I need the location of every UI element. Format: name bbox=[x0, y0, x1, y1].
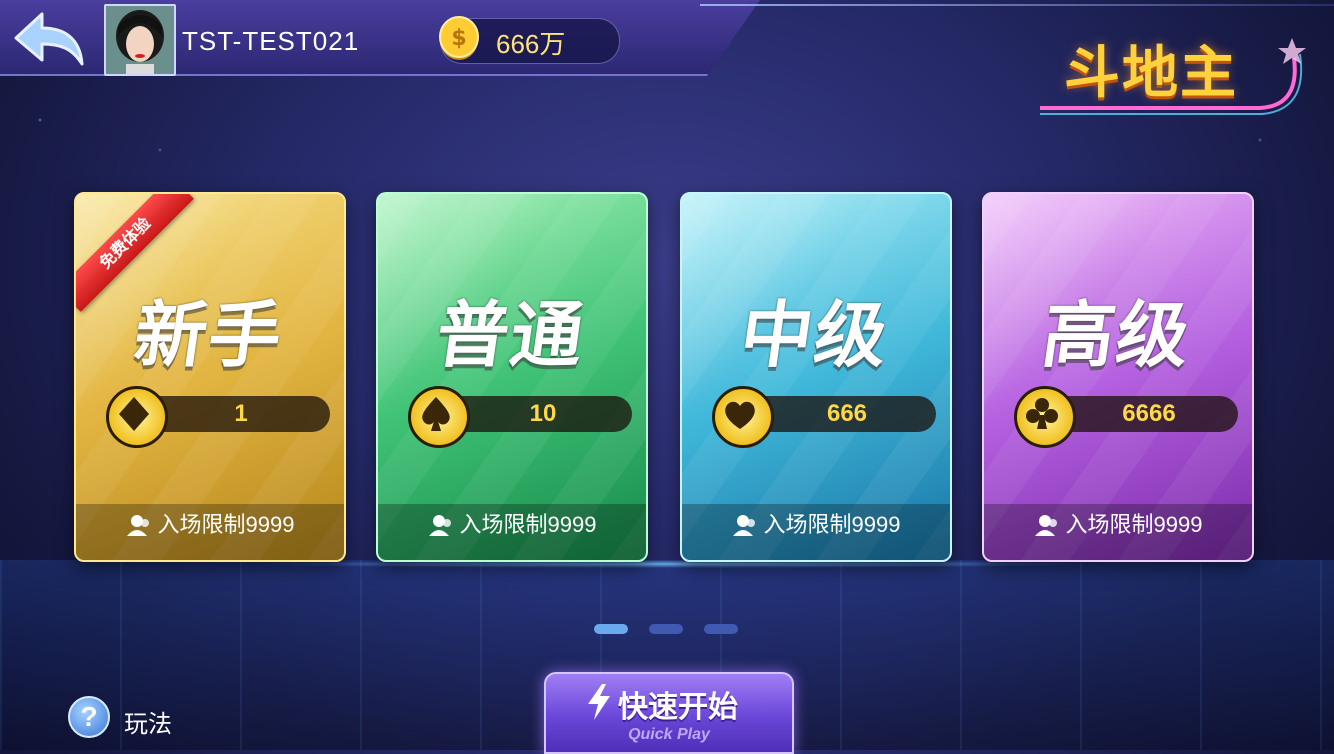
room-card-normal[interactable]: 普通 10 入场限制9999 bbox=[376, 192, 648, 562]
spade-icon bbox=[408, 386, 470, 448]
page-dot-3[interactable] bbox=[704, 624, 738, 634]
top-bar-line bbox=[700, 4, 1334, 6]
entry-limit: 入场限制9999 bbox=[76, 507, 344, 542]
bet-value: 10 bbox=[529, 400, 557, 427]
entry-limit: 入场限制9999 bbox=[984, 507, 1252, 542]
bet-value: 1 bbox=[234, 400, 248, 427]
heart-icon bbox=[712, 386, 774, 448]
help-label: 玩法 bbox=[124, 711, 172, 738]
room-card-intermediate[interactable]: 中级 666 入场限制9999 bbox=[680, 192, 952, 562]
svg-text:$: $ bbox=[451, 26, 466, 51]
person-icon bbox=[1034, 514, 1060, 542]
room-card-beginner[interactable]: 免费体验 新手 1 入场限制9999 bbox=[74, 192, 346, 562]
top-bar: TST-TEST021 $ 666万 斗地主 bbox=[0, 0, 1334, 115]
avatar-portrait-icon bbox=[106, 6, 174, 74]
quick-play-label: 快速开始 bbox=[618, 691, 738, 724]
room-tier-title: 高级 bbox=[1037, 293, 1197, 377]
entry-limit: 入场限制9999 bbox=[378, 507, 646, 542]
back-button[interactable] bbox=[12, 10, 86, 68]
background-glow bbox=[250, 560, 1090, 568]
person-icon bbox=[732, 514, 758, 542]
person-icon bbox=[428, 514, 454, 542]
club-icon bbox=[1014, 386, 1076, 448]
lightning-icon bbox=[586, 684, 612, 720]
page-indicator bbox=[594, 624, 744, 636]
quick-play-button[interactable]: 快速开始 Quick Play bbox=[544, 672, 794, 754]
room-card-advanced[interactable]: 高级 6666 入场限制9999 bbox=[982, 192, 1254, 562]
entry-limit-text: 入场限制9999 bbox=[157, 512, 295, 537]
entry-limit-text: 入场限制9999 bbox=[459, 512, 597, 537]
room-tier-title: 中级 bbox=[735, 293, 895, 377]
bet-value: 666 bbox=[826, 400, 868, 427]
username: TST-TEST021 bbox=[182, 26, 360, 56]
game-title: 斗地主 bbox=[1064, 41, 1238, 106]
page-dot-2[interactable] bbox=[649, 624, 683, 634]
person-icon bbox=[126, 514, 152, 542]
bet-value: 6666 bbox=[1122, 400, 1176, 427]
avatar[interactable] bbox=[104, 4, 176, 76]
entry-limit-text: 入场限制9999 bbox=[763, 512, 901, 537]
diamond-icon bbox=[106, 386, 168, 448]
back-arrow-icon bbox=[14, 12, 84, 66]
entry-limit-text: 入场限制9999 bbox=[1065, 512, 1203, 537]
help-icon: ? bbox=[68, 696, 110, 738]
room-tier-title: 新手 bbox=[129, 293, 289, 377]
room-tier-title: 普通 bbox=[431, 293, 591, 377]
entry-limit: 入场限制9999 bbox=[682, 507, 950, 542]
quick-play-sublabel: Quick Play bbox=[628, 726, 710, 743]
coin-icon: $ bbox=[438, 14, 480, 62]
coin-amount: 666万 bbox=[496, 29, 566, 59]
page-dot-1[interactable] bbox=[594, 624, 628, 634]
